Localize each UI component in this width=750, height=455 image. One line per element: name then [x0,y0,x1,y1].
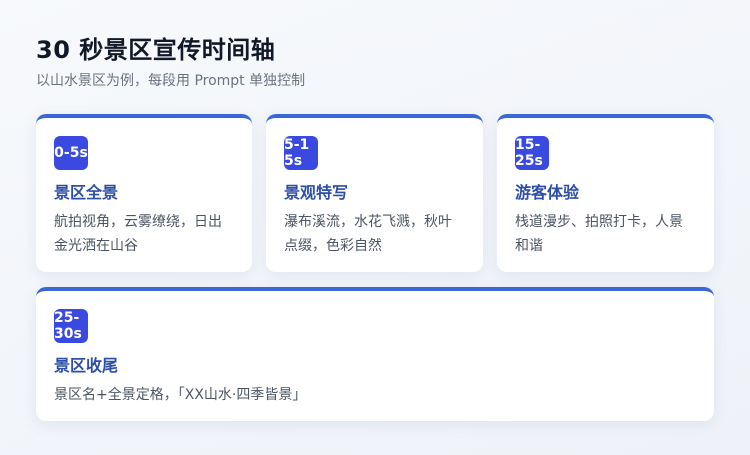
time-badge: 0-5s [54,136,88,170]
segment-description: 航拍视角，云雾缭绕，日出金光洒在山谷 [54,214,222,254]
segment-description: 栈道漫步、拍照打卡，人景和谐 [515,214,683,254]
timeline-page: 30 秒景区宣传时间轴 以山水景区为例，每段用 Prompt 单独控制 0-5s… [0,0,750,455]
segment-card-25-30s: 25-30s 景区收尾 景区名+全景定格，「XX山水·四季皆景」 [36,287,714,421]
time-badge: 25-30s [54,309,88,343]
segment-title: 景区全景 [54,183,119,202]
segment-title: 游客体验 [515,183,580,202]
segment-card-5-15s: 5-15s 景观特写 瀑布溪流，水花飞溅，秋叶点缀，色彩自然 [266,114,483,272]
segment-card-0-5s: 0-5s 景区全景 航拍视角，云雾缭绕，日出金光洒在山谷 [36,114,252,272]
segment-description: 景区名+全景定格，「XX山水·四季皆景」 [54,387,307,403]
time-badge: 5-15s [284,136,318,170]
segment-title: 景区收尾 [54,356,119,375]
segment-title: 景观特写 [284,183,349,202]
segment-card-15-25s: 15-25s 游客体验 栈道漫步、拍照打卡，人景和谐 [497,114,714,272]
time-badge: 15-25s [515,136,549,170]
page-subtitle: 以山水景区为例，每段用 Prompt 单独控制 [36,73,306,89]
page-title: 30 秒景区宣传时间轴 [36,36,276,64]
segment-description: 瀑布溪流，水花飞溅，秋叶点缀，色彩自然 [284,214,452,254]
